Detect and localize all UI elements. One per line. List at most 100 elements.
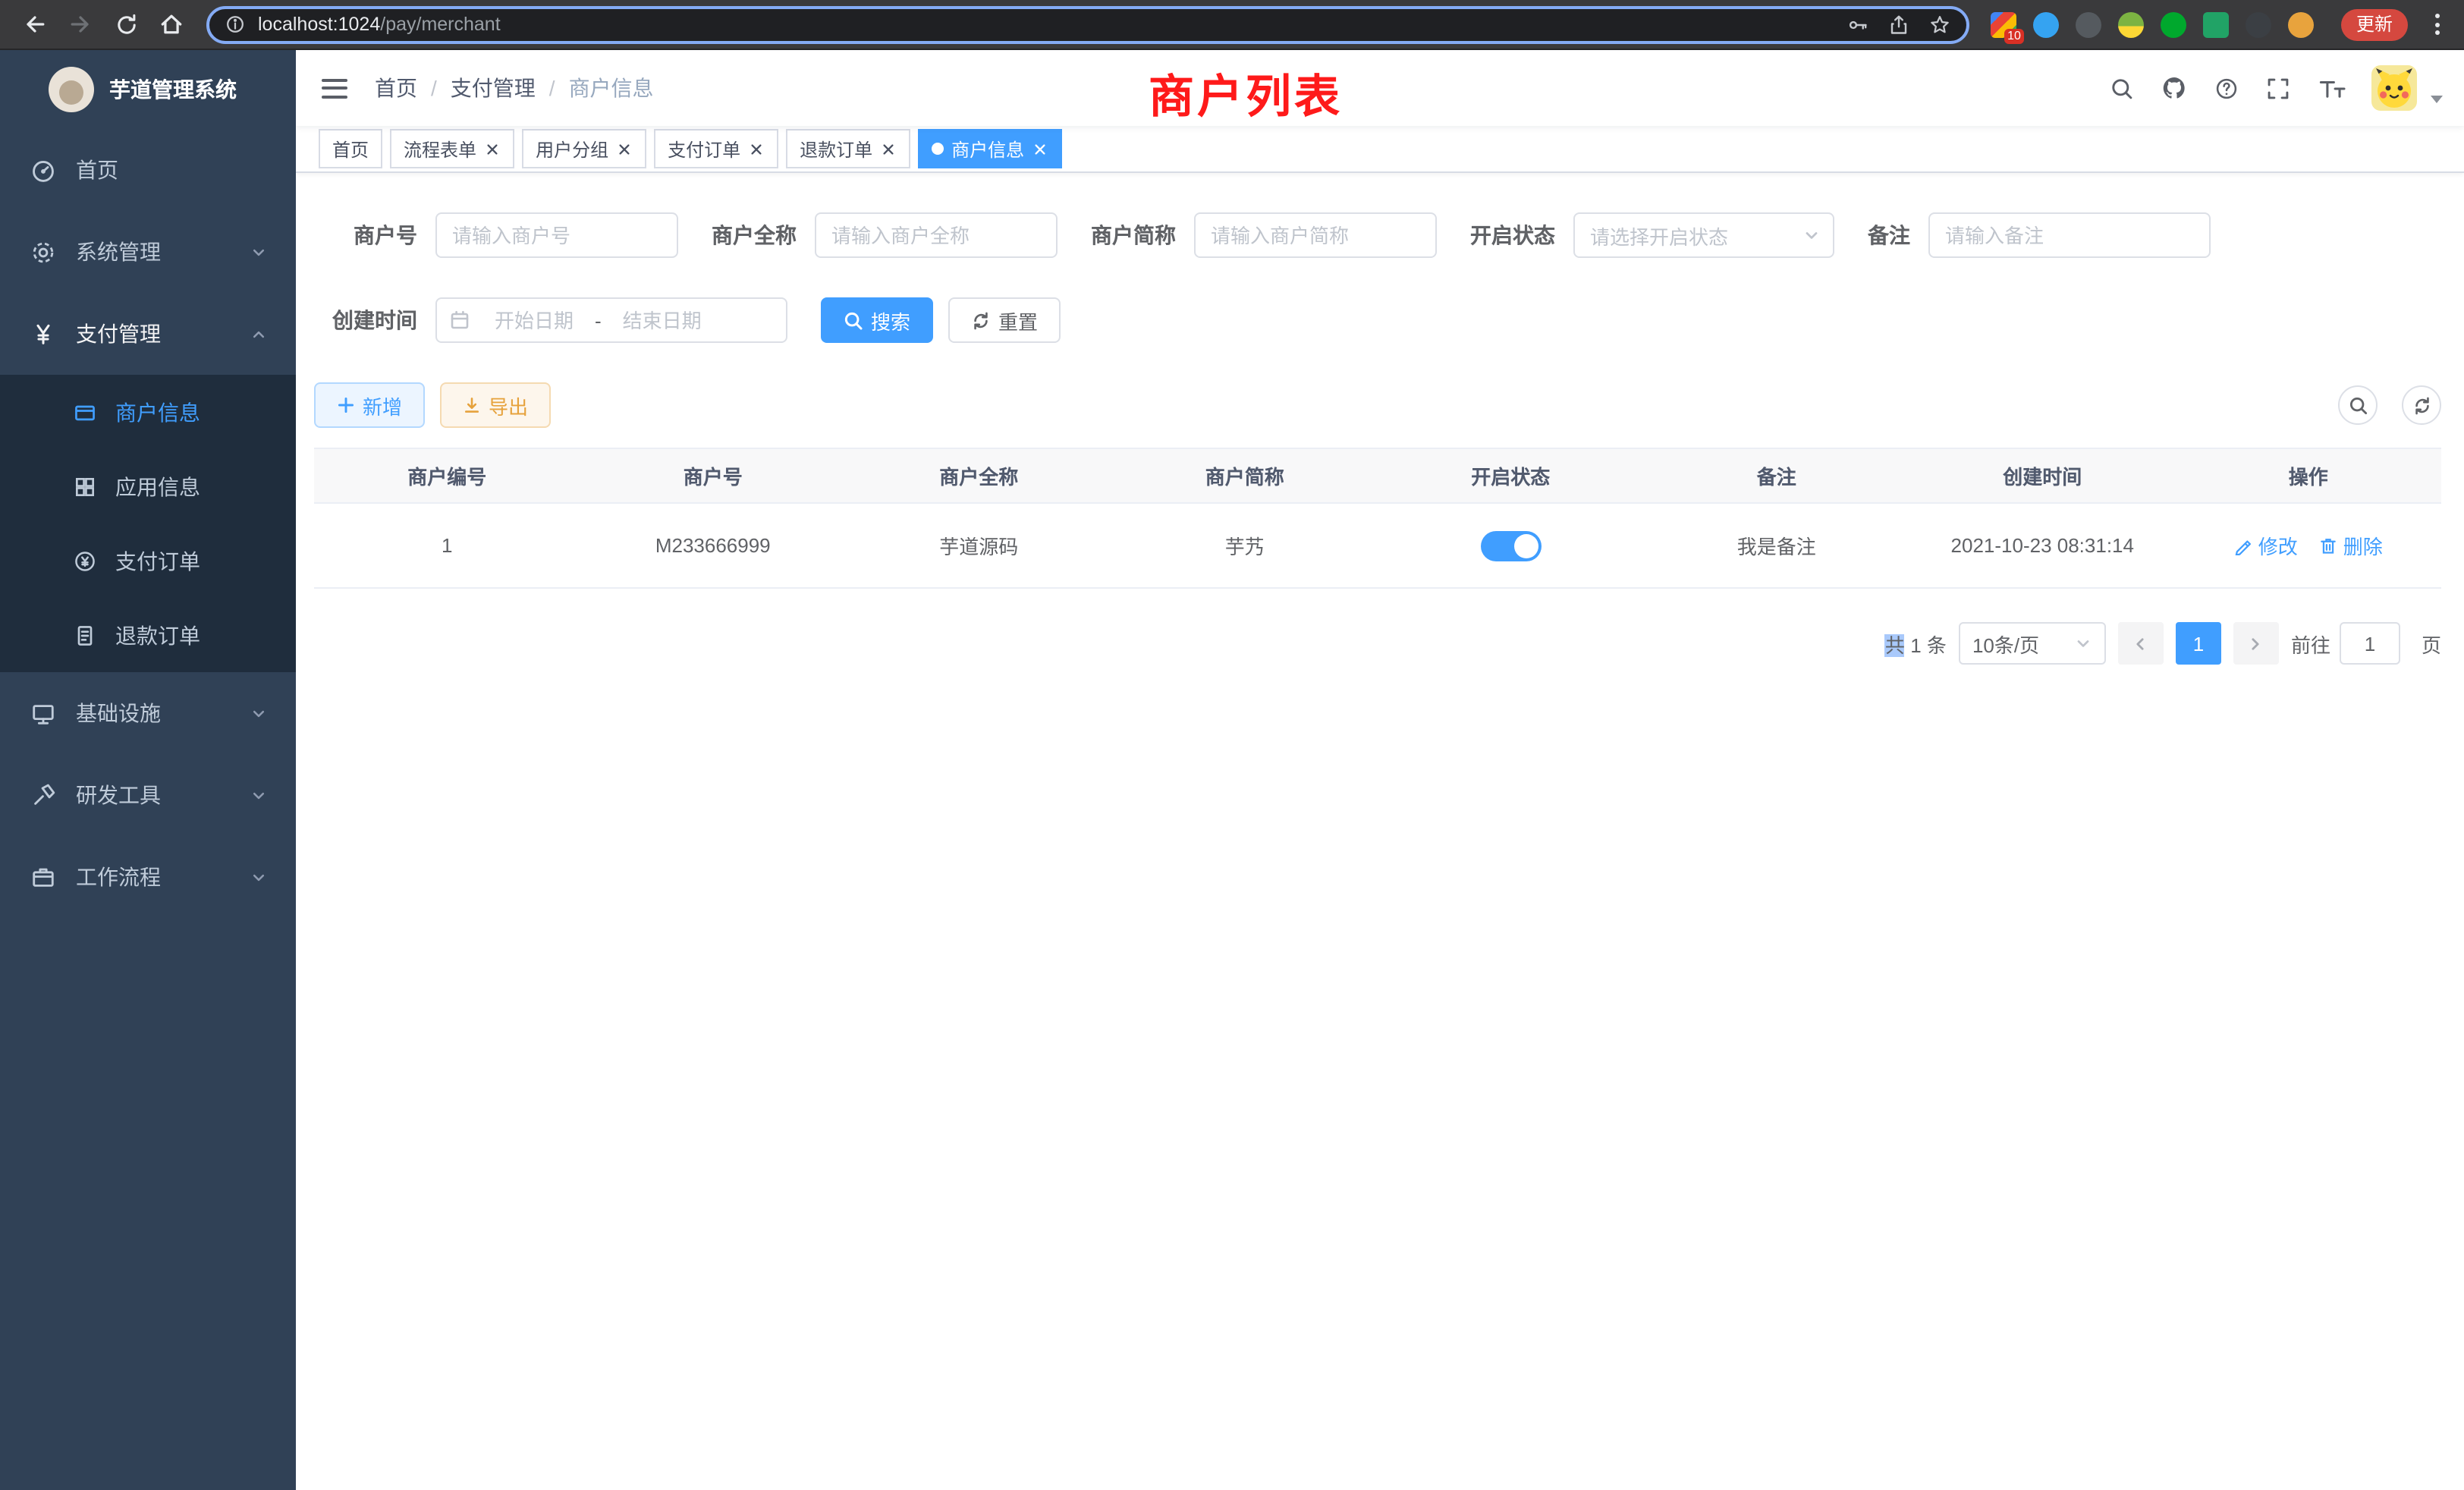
extension-icon-5[interactable] — [2161, 11, 2186, 37]
extension-icon-3[interactable] — [2076, 11, 2101, 37]
share-icon[interactable] — [1887, 13, 1910, 36]
chevron-down-icon — [249, 703, 269, 723]
tab-merchant-info[interactable]: 商户信息 — [918, 129, 1062, 168]
page-number-button[interactable]: 1 — [2176, 622, 2221, 665]
sidebar-item-pay-order[interactable]: 支付订单 — [0, 523, 296, 598]
sidebar-item-infra[interactable]: 基础设施 — [0, 672, 296, 754]
close-icon[interactable] — [616, 140, 633, 157]
cell-create-time: 2021-10-23 08:31:14 — [1909, 503, 2176, 588]
bookmark-star-icon[interactable] — [1928, 13, 1951, 36]
close-icon[interactable] — [1032, 140, 1048, 157]
site-info-icon[interactable] — [225, 14, 246, 35]
extension-icon-1[interactable]: 10 — [1991, 11, 2016, 37]
browser-update-button[interactable]: 更新 — [2341, 8, 2408, 40]
sidebar-item-payment[interactable]: 支付管理 — [0, 293, 296, 375]
remark-input[interactable] — [1928, 212, 2211, 258]
home-icon[interactable] — [152, 5, 191, 44]
sidebar-item-label: 退款订单 — [115, 620, 200, 650]
sidebar-item-label: 支付订单 — [115, 545, 200, 576]
breadcrumb-home[interactable]: 首页 — [375, 73, 417, 103]
merchant-short-input[interactable] — [1194, 212, 1437, 258]
extension-icon-8[interactable] — [2288, 11, 2314, 37]
reset-button[interactable]: 重置 — [948, 297, 1061, 343]
forward-icon[interactable] — [61, 5, 100, 44]
tab-refund-order[interactable]: 退款订单 — [786, 129, 910, 168]
reload-icon[interactable] — [106, 5, 146, 44]
sidebar-item-workflow[interactable]: 工作流程 — [0, 836, 296, 918]
date-end-input[interactable] — [605, 309, 720, 332]
app-title: 芋道管理系统 — [109, 74, 237, 105]
refresh-icon[interactable] — [2402, 385, 2441, 425]
calendar-icon — [449, 310, 470, 331]
sidebar-item-refund-order[interactable]: 退款订单 — [0, 598, 296, 672]
font-size-icon[interactable] — [2317, 75, 2346, 101]
browser-menu-icon[interactable] — [2426, 8, 2449, 41]
monitor-icon — [30, 700, 56, 726]
tab-user-group[interactable]: 用户分组 — [522, 129, 646, 168]
status-select[interactable]: 请选择开启状态 — [1573, 212, 1834, 258]
status-toggle[interactable] — [1480, 530, 1541, 561]
toggle-search-icon[interactable] — [2338, 385, 2378, 425]
password-key-icon[interactable] — [1846, 13, 1869, 36]
add-button[interactable]: 新增 — [314, 382, 425, 428]
date-range-picker[interactable]: - — [435, 297, 787, 343]
edit-link[interactable]: 修改 — [2234, 531, 2298, 560]
url-bar[interactable]: localhost:1024/pay/merchant — [206, 5, 1969, 43]
tags-view-bar: 首页 流程表单 用户分组 支付订单 退款订单 商户信息 — [296, 126, 2464, 173]
prev-page-button[interactable] — [2118, 622, 2164, 665]
merchant-name-input[interactable] — [815, 212, 1058, 258]
close-icon[interactable] — [748, 140, 765, 157]
sidebar-item-label: 支付管理 — [76, 319, 161, 349]
user-avatar[interactable] — [2371, 65, 2417, 111]
date-start-input[interactable] — [476, 309, 592, 332]
fullscreen-icon[interactable] — [2265, 75, 2291, 101]
extension-icon-6[interactable] — [2203, 11, 2229, 37]
breadcrumb-current: 商户信息 — [569, 73, 654, 103]
link-label: 修改 — [2258, 531, 2298, 560]
extension-icon-2[interactable] — [2033, 11, 2059, 37]
navbar-actions — [2109, 65, 2443, 111]
extension-icon-4[interactable] — [2118, 11, 2144, 37]
column-header: 商户全称 — [846, 448, 1112, 503]
goto-page-input[interactable] — [2340, 622, 2400, 665]
delete-link[interactable]: 删除 — [2319, 531, 2383, 560]
export-button[interactable]: 导出 — [440, 382, 551, 428]
breadcrumb-payment[interactable]: 支付管理 — [451, 73, 536, 103]
column-header: 创建时间 — [1909, 448, 2176, 503]
help-icon[interactable] — [2214, 75, 2239, 101]
field-label: 商户简称 — [1091, 220, 1176, 250]
cell-merchant-id: 1 — [314, 503, 580, 588]
tab-process-form[interactable]: 流程表单 — [390, 129, 514, 168]
refund-doc-icon — [73, 623, 97, 647]
url-host: localhost:1024 — [258, 14, 380, 35]
github-icon[interactable] — [2161, 74, 2188, 102]
sidebar-item-merchant-info[interactable]: 商户信息 — [0, 375, 296, 449]
close-icon[interactable] — [880, 140, 897, 157]
sidebar-item-system[interactable]: 系统管理 — [0, 211, 296, 293]
cell-merchant-short: 芋艿 — [1112, 503, 1378, 588]
tab-pay-order[interactable]: 支付订单 — [654, 129, 778, 168]
back-icon[interactable] — [15, 5, 55, 44]
search-icon[interactable] — [2109, 75, 2135, 101]
sidebar-item-devtools[interactable]: 研发工具 — [0, 754, 296, 836]
hamburger-icon[interactable] — [319, 72, 350, 104]
sidebar-item-app-info[interactable]: 应用信息 — [0, 449, 296, 523]
sidebar-item-home[interactable]: 首页 — [0, 129, 296, 211]
tab-home[interactable]: 首页 — [319, 129, 382, 168]
total-prefix: 共 — [1885, 633, 1905, 656]
search-button[interactable]: 搜索 — [821, 297, 933, 343]
tab-label: 退款订单 — [800, 136, 872, 162]
toolbar-right-icons — [2338, 385, 2441, 425]
next-page-button[interactable] — [2233, 622, 2279, 665]
sidebar-item-label: 首页 — [76, 155, 118, 185]
tab-label: 商户信息 — [951, 136, 1024, 162]
merchant-no-input[interactable] — [435, 212, 678, 258]
close-icon[interactable] — [484, 140, 501, 157]
column-header: 操作 — [2176, 448, 2442, 503]
column-header: 商户号 — [580, 448, 847, 503]
extensions-cluster: 10 — [1991, 11, 2314, 37]
extension-icon-7[interactable] — [2246, 11, 2271, 37]
page-size-select[interactable]: 10条/页 — [1959, 622, 2106, 665]
tab-label: 用户分组 — [536, 136, 608, 162]
avatar-caret-icon[interactable] — [2431, 95, 2443, 102]
